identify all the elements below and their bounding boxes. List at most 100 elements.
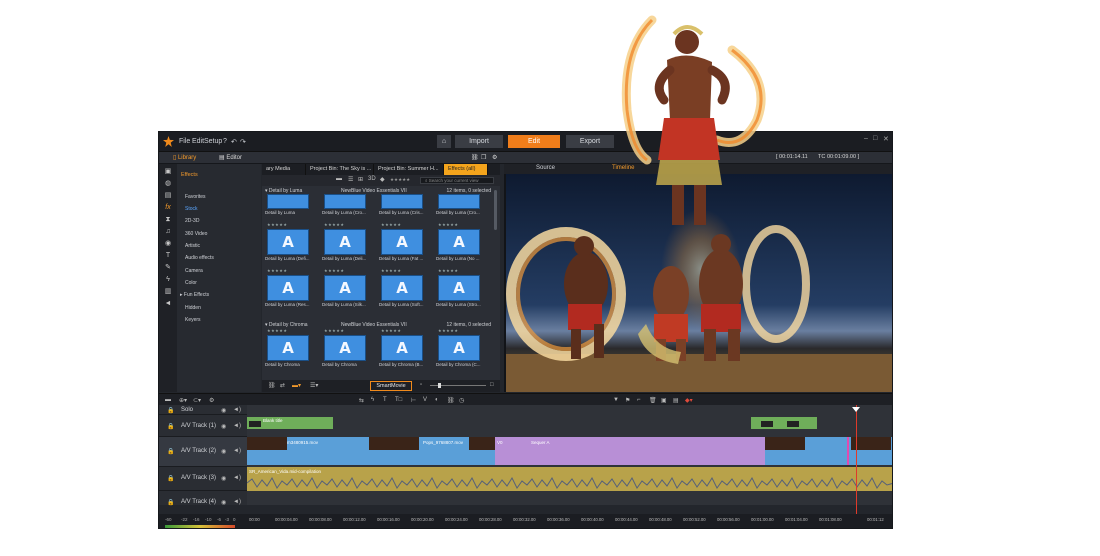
category-item[interactable]: ▸ Fun Effects [180, 292, 209, 298]
category-item[interactable]: Keyers [185, 317, 201, 323]
marker-icon[interactable]: ▼ [613, 397, 619, 403]
link-icon[interactable]: ⛓ [471, 154, 479, 161]
add-track-icon[interactable]: ⊕▾ [179, 397, 187, 404]
menu-setup[interactable]: Setup [204, 138, 222, 145]
rating-filter[interactable]: ★★★★★ [390, 177, 410, 183]
speaker-icon[interactable]: ◄) [233, 499, 241, 505]
template-icon[interactable]: ▥ [164, 288, 172, 296]
ripple-icon[interactable]: ⇆ [359, 397, 364, 404]
video-clip[interactable]: Pops_9768807.mov [369, 437, 495, 465]
menu-edit[interactable]: Edit [192, 138, 204, 145]
eye-icon[interactable]: ◉ [221, 448, 226, 455]
effect-tile[interactable]: Detail by Luma (Cro... [436, 186, 482, 216]
paint-icon[interactable]: ✎ [164, 264, 172, 272]
bin-tab[interactable]: Project Bin: Summer H... [374, 164, 444, 175]
list-view-icon[interactable]: ☰ [348, 176, 353, 183]
effect-tile[interactable]: ★★★★★ A Detail by Chroma (B... [379, 327, 425, 367]
lock-icon[interactable]: 🔒 [167, 499, 174, 506]
trim-icon[interactable]: ⊢ [411, 397, 416, 404]
speaker-icon[interactable]: ◄) [233, 423, 241, 429]
edit-button[interactable]: Edit [508, 135, 560, 148]
speaker-icon[interactable]: ◄) [233, 448, 241, 454]
help-icon[interactable]: ? [223, 138, 227, 145]
folder-icon[interactable]: ▬ [336, 176, 342, 182]
close-icon[interactable]: ✕ [883, 135, 889, 143]
track-header-4[interactable]: 🔒 A/V Track (4) ◉ ◄) [159, 491, 247, 515]
projects-icon[interactable]: ▤ [164, 192, 172, 200]
link-icon[interactable]: ⛓ [268, 382, 276, 389]
eye-icon[interactable]: ◉ [221, 499, 226, 506]
playhead-handle[interactable] [852, 407, 860, 412]
eye-icon[interactable]: ◉ [221, 423, 226, 430]
timeline-settings-icon[interactable]: ▬ [165, 397, 171, 403]
redo-icon[interactable]: ↷ [240, 138, 246, 146]
category-header[interactable]: Effects [181, 172, 198, 178]
effect-tile[interactable]: Detail by Luma [265, 186, 311, 216]
effect-tile[interactable]: Detail by Luma (Cro... [322, 186, 368, 216]
video-clip[interactable] [765, 437, 847, 465]
category-item[interactable]: Camera [185, 268, 203, 274]
effect-tile[interactable]: ★★★★★ A Detail by Luma (Defi... [265, 221, 311, 261]
track-header-2[interactable]: 🔒 A/V Track (2) ◉ ◄) [159, 437, 247, 467]
3d-filter-icon[interactable]: 3D [368, 176, 376, 182]
tab-editor[interactable]: ▤ Editor [219, 154, 242, 161]
sequence-clip[interactable]: V0 Sequer A [495, 437, 765, 465]
speaker-icon[interactable]: ◄) [233, 475, 241, 481]
effect-tile[interactable]: ★★★★★ A Detail by Luma (No ... [436, 221, 482, 261]
settings-icon[interactable]: ⚙ [492, 154, 497, 161]
timeline-ruler[interactable]: 00:00 00:00:04.00 00:00:08.00 00:00:12.0… [247, 514, 892, 528]
tab-source[interactable]: Source [536, 165, 555, 171]
disc-icon[interactable]: ◉ [164, 240, 172, 248]
title-clip[interactable] [751, 417, 817, 429]
minimize-icon[interactable]: – [864, 135, 868, 142]
maximize-icon[interactable]: □ [873, 135, 877, 142]
category-item[interactable]: 360 Video [185, 231, 207, 237]
stopwatch-icon[interactable]: ◷ [459, 397, 464, 404]
tab-library[interactable]: ▯ Library [173, 154, 196, 161]
screen-icon[interactable]: ▣ [661, 397, 667, 404]
search-input[interactable]: ⌕ Search your current view [420, 177, 494, 184]
flag-icon[interactable]: ⚑ [625, 397, 630, 404]
video-clip[interactable] [847, 437, 892, 465]
category-item[interactable]: Audio effects [185, 255, 214, 261]
speaker-icon[interactable]: ◄) [233, 407, 241, 413]
bin-tab[interactable]: Project Bin: The Sky is ... [306, 164, 374, 175]
effect-tile[interactable]: ★★★★★ A Detail by Luma (Silk... [322, 267, 368, 307]
audio-clip[interactable]: SR_American_Vida.mid-compilation [247, 467, 892, 491]
split-icon[interactable]: V [423, 397, 427, 403]
category-item[interactable]: Color [185, 280, 197, 286]
lock-icon[interactable]: 🔒 [167, 448, 174, 455]
transition-icon[interactable]: ⧗ [164, 216, 172, 224]
eye-icon[interactable]: ◉ [221, 475, 226, 482]
zoom-slider-handle[interactable] [438, 383, 441, 388]
link-clip-icon[interactable]: ⛓ [447, 397, 455, 404]
effect-tile[interactable]: ★★★★★ A Detail by Luma (Stro... [436, 267, 482, 307]
playhead[interactable] [856, 405, 857, 528]
color-icon[interactable]: ◐ [435, 397, 439, 403]
category-item[interactable]: Stock [185, 206, 198, 212]
video-clip[interactable]: m3480915.mov [247, 437, 369, 465]
effect-tile[interactable]: ★★★★★ A Detail by Luma (Fat ... [379, 221, 425, 261]
effect-tile[interactable]: ★★★★★ A Detail by Chroma [265, 327, 311, 367]
track-header-1[interactable]: 🔒 A/V Track (1) ◉ ◄) [159, 415, 247, 437]
lightning-icon[interactable]: ϟ [164, 276, 172, 284]
undo-icon[interactable]: ↶ [231, 138, 237, 146]
globe-icon[interactable]: ◍ [164, 180, 172, 188]
category-item[interactable]: Hidden [185, 305, 201, 311]
magnet-icon[interactable]: ⊂▾ [193, 397, 201, 404]
export-button[interactable]: Export [566, 135, 614, 148]
view-toggle-icon[interactable]: ▤ [673, 397, 679, 404]
title-clip[interactable]: Blank title [247, 417, 333, 429]
lock-icon[interactable]: 🔒 [167, 423, 174, 430]
music-icon[interactable]: ♫ [164, 228, 172, 236]
effect-tile[interactable]: ★★★★★ A Detail by Chroma [322, 327, 368, 367]
browser-scrollbar[interactable] [494, 190, 497, 230]
home-button[interactable]: ⌂ [437, 135, 451, 148]
text-tool-icon[interactable]: T [383, 397, 387, 403]
record-marker-icon[interactable]: ◆▾ [685, 397, 693, 404]
delete-icon[interactable]: 🗑 [649, 397, 657, 404]
smartmovie-button[interactable]: SmartMovie [370, 381, 412, 391]
media-icon[interactable]: ▣ [164, 168, 172, 176]
gear-icon[interactable]: ⚙ [209, 397, 214, 404]
eye-icon[interactable]: ◉ [221, 407, 226, 414]
